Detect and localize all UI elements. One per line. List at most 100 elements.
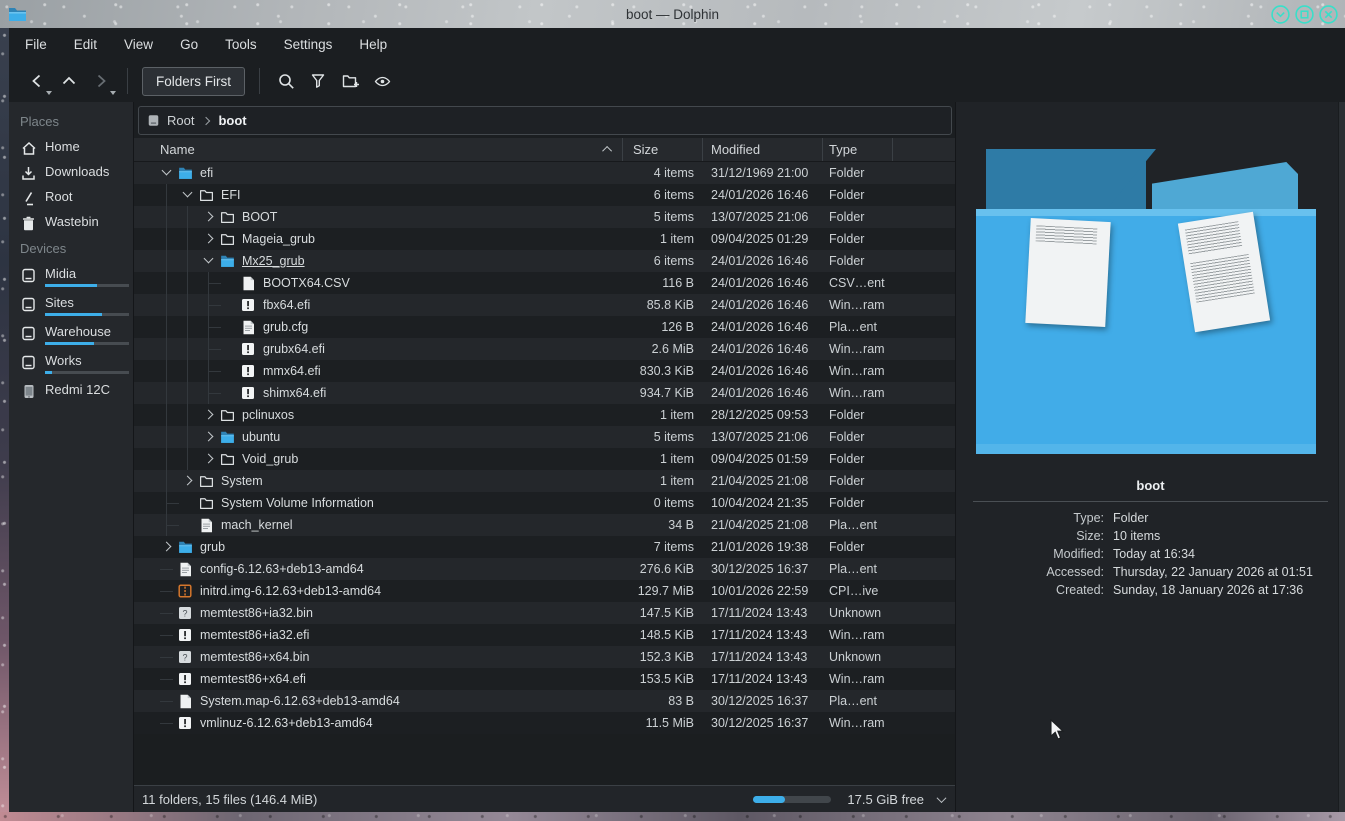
expand-arrow-icon[interactable] [200,230,218,248]
file-name[interactable]: System [221,474,263,488]
menu-edit[interactable]: Edit [74,37,97,52]
expand-arrow-icon[interactable] [179,472,197,490]
table-row[interactable]: BOOT5 items13/07/2025 21:06Folder [134,206,955,228]
table-row[interactable]: initrd.img-6.12.63+deb13-amd64129.7 MiB1… [134,580,955,602]
forward-button[interactable] [85,65,117,97]
menu-file[interactable]: File [25,37,47,52]
sidebar-item-works[interactable]: Works [9,349,133,378]
forward-history-caret-icon[interactable] [110,91,116,95]
file-name[interactable]: shimx64.efi [263,386,326,400]
table-row[interactable]: EFI6 items24/01/2026 16:46Folder [134,184,955,206]
file-name[interactable]: BOOT [242,210,277,224]
table-row[interactable]: System Volume Information0 items10/04/20… [134,492,955,514]
file-name[interactable]: initrd.img-6.12.63+deb13-amd64 [200,584,381,598]
file-name[interactable]: memtest86+x64.efi [200,672,306,686]
preview-toggle-button[interactable] [366,65,398,97]
table-row[interactable]: BOOTX64.CSV116 B24/01/2026 16:46CSV…ent [134,272,955,294]
table-row[interactable]: grub7 items21/01/2026 19:38Folder [134,536,955,558]
table-row[interactable]: vmlinuz-6.12.63+deb13-amd6411.5 MiB30/12… [134,712,955,734]
table-row[interactable]: grub.cfg126 B24/01/2026 16:46Pla…ent [134,316,955,338]
table-row[interactable]: ?memtest86+ia32.bin147.5 KiB17/11/2024 1… [134,602,955,624]
table-row[interactable]: memtest86+x64.efi153.5 KiB17/11/2024 13:… [134,668,955,690]
sidebar-item-home[interactable]: Home [9,135,133,160]
menu-tools[interactable]: Tools [225,37,257,52]
search-button[interactable] [270,65,302,97]
file-name[interactable]: memtest86+ia32.efi [200,628,309,642]
sidebar-item-midia[interactable]: Midia [9,262,133,291]
file-name[interactable]: mach_kernel [221,518,293,532]
table-row[interactable]: ubuntu5 items13/07/2025 21:06Folder [134,426,955,448]
breadcrumb-segment-root[interactable]: Root [167,113,194,128]
file-name[interactable]: ubuntu [242,430,280,444]
breadcrumb[interactable]: Root boot [138,106,952,135]
sidebar-item-redmi-12c[interactable]: Redmi 12C [9,378,133,403]
file-name[interactable]: memtest86+ia32.bin [200,606,313,620]
table-row[interactable]: efi4 items31/12/1969 21:00Folder [134,162,955,184]
expand-arrow-icon[interactable] [200,428,218,446]
titlebar[interactable]: boot — Dolphin [0,0,1345,28]
info-panel-scrollbar[interactable] [1338,102,1345,812]
menu-settings[interactable]: Settings [284,37,333,52]
collapse-arrow-icon[interactable] [179,186,197,204]
table-row[interactable]: grubx64.efi2.6 MiB24/01/2026 16:46Win…ra… [134,338,955,360]
chevron-down-icon[interactable] [937,793,947,803]
expand-arrow-icon[interactable] [158,538,176,556]
file-name[interactable]: mmx64.efi [263,364,321,378]
file-name[interactable]: EFI [221,188,240,202]
file-name[interactable]: grub [200,540,225,554]
new-folder-button[interactable] [334,65,366,97]
table-row[interactable]: Void_grub1 item09/04/2025 01:59Folder [134,448,955,470]
file-name[interactable]: memtest86+x64.bin [200,650,309,664]
menu-help[interactable]: Help [359,37,387,52]
collapse-arrow-icon[interactable] [158,164,176,182]
sidebar-item-root[interactable]: Root [9,185,133,210]
collapse-arrow-icon[interactable] [200,252,218,270]
table-row[interactable]: config-6.12.63+deb13-amd64276.6 KiB30/12… [134,558,955,580]
file-name[interactable]: System.map-6.12.63+deb13-amd64 [200,694,400,708]
table-row[interactable]: shimx64.efi934.7 KiB24/01/2026 16:46Win…… [134,382,955,404]
table-row[interactable]: mmx64.efi830.3 KiB24/01/2026 16:46Win…ra… [134,360,955,382]
file-name[interactable]: System Volume Information [221,496,374,510]
table-row[interactable]: System.map-6.12.63+deb13-amd6483 B30/12/… [134,690,955,712]
up-button[interactable] [53,65,85,97]
zoom-slider[interactable] [753,796,831,803]
file-name[interactable]: vmlinuz-6.12.63+deb13-amd64 [200,716,373,730]
file-name[interactable]: Mageia_grub [242,232,315,246]
sidebar-item-sites[interactable]: Sites [9,291,133,320]
table-row[interactable]: mach_kernel34 B21/04/2025 21:08Pla…ent [134,514,955,536]
file-name[interactable]: grub.cfg [263,320,308,334]
column-header-type[interactable]: Type [823,138,893,161]
file-name[interactable]: fbx64.efi [263,298,310,312]
sort-order-button[interactable]: Folders First [142,67,245,96]
file-name[interactable]: grubx64.efi [263,342,325,356]
expand-arrow-icon[interactable] [200,406,218,424]
file-name[interactable]: BOOTX64.CSV [263,276,350,290]
maximize-button[interactable] [1293,3,1315,25]
file-name[interactable]: Mx25_grub [242,254,305,268]
file-name[interactable]: config-6.12.63+deb13-amd64 [200,562,364,576]
table-row[interactable]: Mx25_grub6 items24/01/2026 16:46Folder [134,250,955,272]
file-name[interactable]: pclinuxos [242,408,294,422]
table-row[interactable]: System1 item21/04/2025 21:08Folder [134,470,955,492]
file-name[interactable]: Void_grub [242,452,298,466]
table-row[interactable]: fbx64.efi85.8 KiB24/01/2026 16:46Win…ram [134,294,955,316]
sidebar-item-downloads[interactable]: Downloads [9,160,133,185]
table-row[interactable]: pclinuxos1 item28/12/2025 09:53Folder [134,404,955,426]
sidebar-item-warehouse[interactable]: Warehouse [9,320,133,349]
table-row[interactable]: ?memtest86+x64.bin152.3 KiB17/11/2024 13… [134,646,955,668]
breadcrumb-segment-current[interactable]: boot [218,113,246,128]
file-name[interactable]: efi [200,166,213,180]
column-header-name[interactable]: Name [134,138,623,161]
sidebar-item-wastebin[interactable]: Wastebin [9,210,133,235]
minimize-button[interactable] [1269,3,1291,25]
expand-arrow-icon[interactable] [200,450,218,468]
filter-button[interactable] [302,65,334,97]
menu-go[interactable]: Go [180,37,198,52]
column-header-modified[interactable]: Modified [703,138,823,161]
table-row[interactable]: memtest86+ia32.efi148.5 KiB17/11/2024 13… [134,624,955,646]
column-header-size[interactable]: Size [623,138,703,161]
expand-arrow-icon[interactable] [200,208,218,226]
back-button[interactable] [21,65,53,97]
close-button[interactable] [1317,3,1339,25]
menu-view[interactable]: View [124,37,153,52]
